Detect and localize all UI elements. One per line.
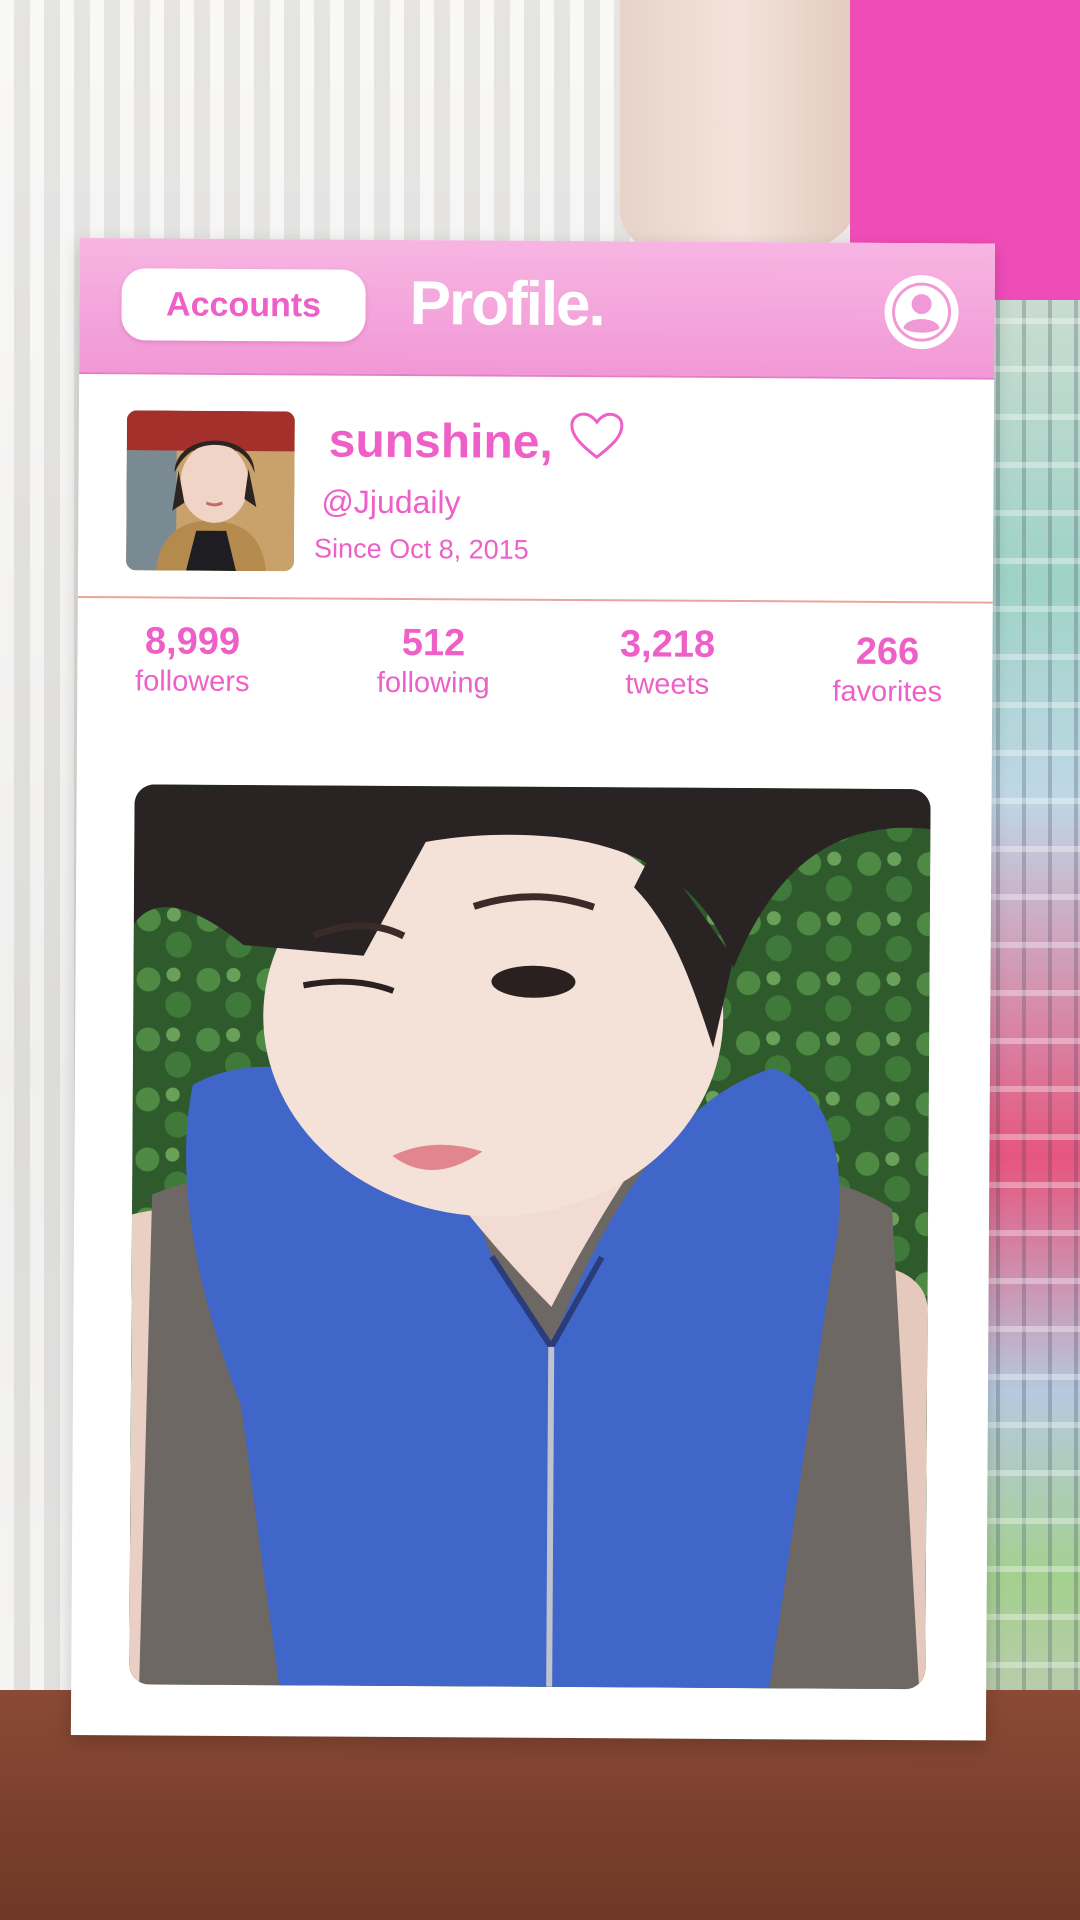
profile-card: Accounts Profile. sunshine, @Jjudaily Si… [70, 238, 995, 1741]
stat-favorites[interactable]: 266 favorites [787, 628, 987, 709]
page-title: Profile. [409, 269, 604, 340]
stat-followers[interactable]: 8,999 followers [92, 618, 292, 699]
stats-row: 8,999 followers 512 following 3,218 twee… [87, 618, 988, 733]
stat-tweets[interactable]: 3,218 tweets [567, 621, 767, 702]
display-name-text: sunshine, [328, 414, 553, 469]
stat-value: 8,999 [144, 620, 241, 663]
accounts-button[interactable]: Accounts [121, 268, 366, 342]
stat-label: followers [134, 665, 250, 699]
stat-label: favorites [832, 675, 943, 709]
join-date: Since Oct 8, 2015 [314, 533, 529, 565]
display-name: sunshine, [329, 410, 625, 474]
background-arm [620, 0, 860, 250]
user-circle-icon[interactable] [884, 274, 959, 350]
divider [77, 595, 993, 604]
user-handle: @Jjudaily [321, 483, 461, 521]
stat-label: tweets [625, 668, 710, 701]
stat-label: following [376, 666, 490, 700]
profile-header: Accounts Profile. [79, 238, 995, 380]
stat-value: 3,218 [619, 623, 716, 666]
stat-value: 266 [855, 630, 920, 674]
avatar [125, 410, 295, 572]
stat-value: 512 [401, 621, 466, 665]
profile-photo [129, 784, 931, 1690]
accounts-label: Accounts [166, 285, 322, 324]
heart-outline-icon[interactable] [569, 411, 625, 473]
stat-following[interactable]: 512 following [333, 620, 533, 701]
